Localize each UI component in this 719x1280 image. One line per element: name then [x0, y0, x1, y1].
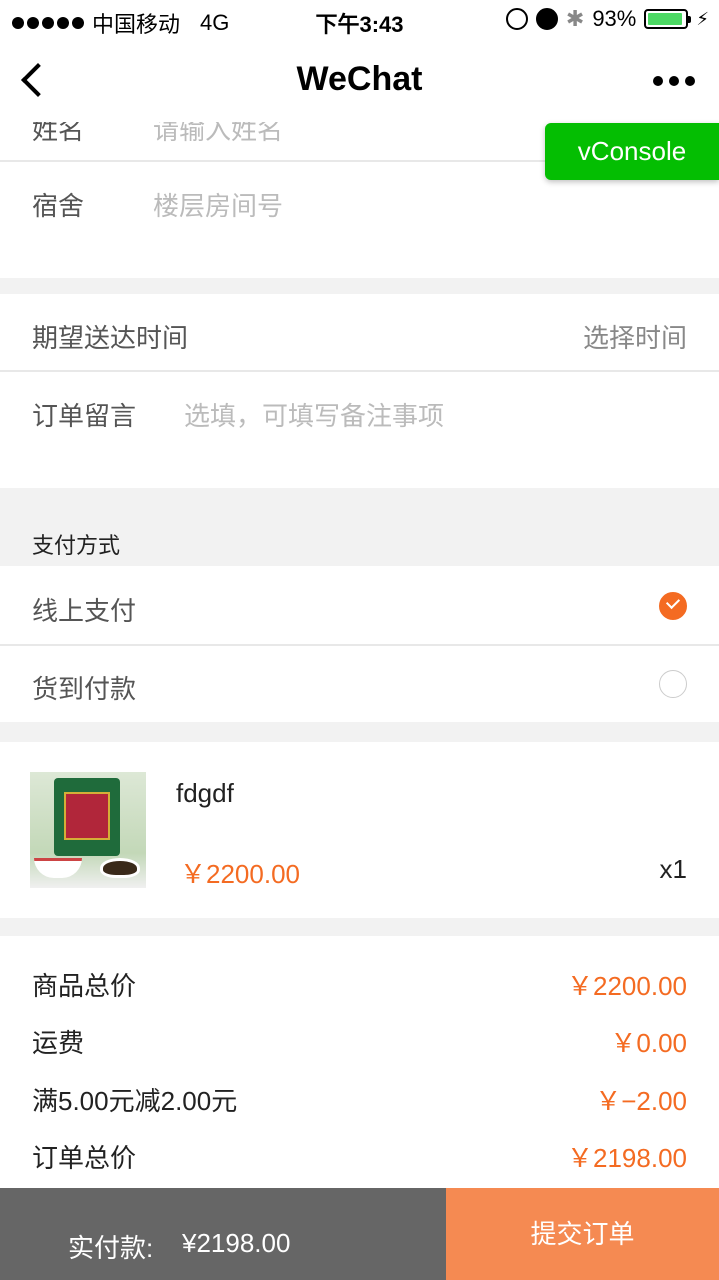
pay-amount-panel: 实付款: ¥2198.00: [0, 1188, 446, 1280]
payment-option-label: 货到付款: [32, 674, 137, 704]
bottom-bar: 实付款: ¥2198.00 提交订单: [0, 1188, 719, 1280]
price-summary: 商品总价 ￥2200.00 运费 ￥0.00 满5.00元减2.00元 ￥−2.…: [0, 936, 719, 1188]
shipping-label: 运费: [32, 1028, 85, 1058]
status-bar: 中国移动 4G 下午3:43 ✱ 93% ⚡: [0, 0, 719, 40]
alarm-icon: [535, 8, 558, 30]
payment-option-cod[interactable]: 货到付款: [0, 646, 719, 722]
subtotal-value: ￥2200.00: [567, 971, 687, 1001]
radio-unchecked-icon[interactable]: [659, 670, 687, 698]
payment-section-title: 支付方式: [32, 533, 121, 558]
nav-bar: WeChat: [0, 40, 719, 122]
delivery-time-label: 期望送达时间: [32, 323, 189, 353]
rotation-lock-icon: [505, 8, 528, 30]
pay-amount-label: 实付款:: [68, 1233, 154, 1263]
charging-icon: ⚡: [696, 8, 709, 29]
payment-option-label: 线上支付: [32, 596, 137, 626]
order-note-row: 订单留言 选填，可填写备注事项: [0, 372, 719, 488]
name-label: 姓名: [32, 122, 85, 145]
discount-value: ￥−2.00: [595, 1086, 687, 1116]
more-icon[interactable]: [653, 76, 695, 86]
submit-order-button[interactable]: 提交订单: [446, 1188, 719, 1280]
radio-checked-icon[interactable]: [659, 592, 687, 620]
product-price: ￥2200.00: [180, 859, 300, 889]
order-total-label: 订单总价: [32, 1143, 137, 1173]
product-item: fdgdf ￥2200.00 x1: [0, 742, 719, 918]
vconsole-button[interactable]: vConsole: [545, 123, 719, 180]
product-image: [30, 772, 146, 888]
bluetooth-icon: ✱: [565, 6, 585, 31]
discount-label: 满5.00元减2.00元: [32, 1086, 238, 1116]
product-quantity: x1: [659, 854, 687, 884]
payment-option-online[interactable]: 线上支付: [0, 566, 719, 644]
order-total-value: ￥2198.00: [567, 1143, 687, 1173]
order-note-label: 订单留言: [32, 401, 137, 431]
battery-percent: 93%: [592, 6, 637, 31]
dorm-label: 宿舍: [32, 191, 85, 221]
name-input[interactable]: 请输入姓名: [153, 122, 283, 147]
dorm-input[interactable]: 楼层房间号: [153, 186, 283, 223]
subtotal-label: 商品总价: [32, 971, 137, 1001]
shipping-value: ￥0.00: [610, 1028, 687, 1058]
battery-icon: [644, 9, 692, 29]
pay-amount-value: ¥2198.00: [182, 1228, 291, 1258]
delivery-time-picker[interactable]: 选择时间: [583, 318, 687, 355]
page-title: WeChat: [296, 60, 423, 98]
product-name: fdgdf: [176, 778, 234, 808]
delivery-time-row[interactable]: 期望送达时间 选择时间: [0, 294, 719, 370]
order-note-input[interactable]: 选填，可填写备注事项: [184, 396, 444, 433]
